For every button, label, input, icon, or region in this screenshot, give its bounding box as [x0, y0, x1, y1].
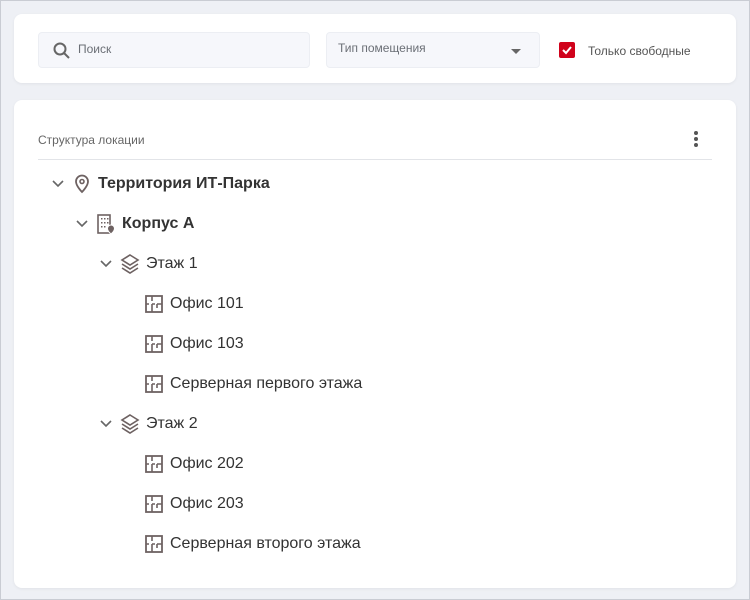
tree-node-label: Серверная первого этажа	[170, 375, 363, 392]
tree-node-label: Территория ИТ-Парка	[98, 175, 270, 192]
tree-node-label: Офис 202	[170, 455, 244, 472]
more-options-icon[interactable]	[690, 130, 702, 150]
location-pin-icon	[70, 172, 94, 196]
tree-node[interactable]: Офис 103	[118, 332, 244, 356]
layers-icon	[118, 252, 142, 276]
tree-node[interactable]: Офис 203	[118, 492, 244, 516]
location-structure-panel: Структура локации Территория ИТ-Парка Кор…	[14, 100, 736, 588]
tree-node[interactable]: Этаж 2	[94, 412, 198, 436]
search-input[interactable]: Поиск	[38, 32, 310, 68]
floorplan-icon	[142, 332, 166, 356]
tree-node[interactable]: Этаж 1	[94, 252, 198, 276]
tree-node-label: Офис 203	[170, 495, 244, 512]
layers-icon	[118, 412, 142, 436]
floorplan-icon	[142, 452, 166, 476]
dropdown-arrow-icon	[511, 49, 521, 54]
chevron-down-icon[interactable]	[94, 412, 118, 436]
section-title: Структура локации	[38, 133, 145, 147]
filter-bar: Поиск Тип помещения Только свободные	[14, 14, 736, 83]
tree-node[interactable]: Серверная первого этажа	[118, 372, 362, 396]
tree-node-label: Этаж 2	[146, 415, 198, 432]
tree-node-label: Офис 101	[170, 295, 244, 312]
only-free-label: Только свободные	[588, 44, 691, 58]
tree-node[interactable]: Офис 202	[118, 452, 244, 476]
tree-node-label: Корпус А	[122, 215, 195, 232]
chevron-down-icon[interactable]	[70, 212, 94, 236]
divider	[38, 159, 712, 160]
chevron-down-icon[interactable]	[94, 252, 118, 276]
tree-node[interactable]: Офис 101	[118, 292, 244, 316]
floorplan-icon	[142, 292, 166, 316]
floorplan-icon	[142, 492, 166, 516]
tree-node[interactable]: Серверная второго этажа	[118, 532, 361, 556]
tree-node-label: Этаж 1	[146, 255, 198, 272]
floorplan-icon	[142, 532, 166, 556]
room-type-select[interactable]: Тип помещения	[326, 32, 540, 68]
floorplan-icon	[142, 372, 166, 396]
tree-node-label: Серверная второго этажа	[170, 535, 361, 552]
tree-node-label: Офис 103	[170, 335, 244, 352]
room-type-placeholder: Тип помещения	[338, 41, 426, 55]
checkmark-icon	[562, 46, 572, 55]
tree-node[interactable]: Корпус А	[70, 212, 194, 236]
building-icon	[94, 212, 118, 236]
only-free-checkbox[interactable]	[559, 42, 575, 58]
search-placeholder: Поиск	[78, 42, 112, 56]
tree-node[interactable]: Территория ИТ-Парка	[46, 172, 270, 196]
chevron-down-icon[interactable]	[46, 172, 70, 196]
search-icon	[53, 42, 70, 59]
